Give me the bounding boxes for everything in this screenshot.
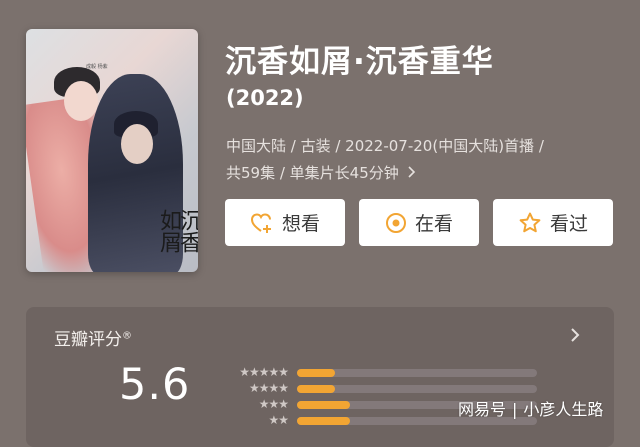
rating-bar-fill bbox=[297, 417, 350, 425]
poster-face-1 bbox=[64, 81, 98, 121]
poster-image[interactable]: 成毅 杨紫 沉香如屑 bbox=[26, 29, 198, 272]
rating-bar-fill bbox=[297, 401, 350, 409]
star-outline-icon bbox=[519, 212, 541, 232]
rating-bar-fill bbox=[297, 385, 336, 393]
rating-score: 5.6 bbox=[119, 360, 191, 410]
want-to-watch-button[interactable]: 想看 bbox=[225, 199, 345, 246]
four-star-icon: ★★★★ bbox=[248, 381, 289, 395]
target-circle-icon bbox=[385, 212, 406, 233]
rating-section-title: 豆瓣评分® bbox=[54, 325, 132, 350]
watermark: 网易号 | 小彦人生路 bbox=[458, 396, 603, 420]
watermark-brand: 网易号 bbox=[458, 400, 507, 419]
five-star-icon: ★★★★★ bbox=[239, 365, 289, 379]
rating-bar-track bbox=[297, 369, 537, 377]
poster-calligraphy: 沉香如屑 bbox=[156, 209, 198, 253]
watching-button[interactable]: 在看 bbox=[359, 199, 479, 246]
meta-line-2[interactable]: 共59集 / 单集片长45分钟 bbox=[226, 162, 621, 184]
rating-bar-fill bbox=[297, 369, 336, 377]
chevron-right-icon[interactable] bbox=[570, 327, 580, 347]
watched-button[interactable]: 看过 bbox=[493, 199, 613, 246]
meta-line-1: 中国大陆 / 古装 / 2022-07-20(中国大陆)首播 / bbox=[226, 137, 544, 155]
poster-cast-text: 成毅 杨紫 bbox=[86, 64, 108, 70]
page-title: 沉香如屑·沉香重华 bbox=[225, 44, 494, 80]
poster-face-2 bbox=[121, 124, 153, 164]
rating-bar-track bbox=[297, 385, 537, 393]
chevron-right-icon[interactable] bbox=[407, 162, 416, 184]
two-star-icon: ★★ bbox=[268, 413, 289, 427]
watermark-separator: | bbox=[512, 400, 518, 419]
registered-mark: ® bbox=[122, 330, 132, 342]
rating-title-text: 豆瓣评分 bbox=[54, 330, 122, 350]
watermark-author: 小彦人生路 bbox=[523, 400, 604, 419]
release-year: (2022) bbox=[226, 86, 304, 110]
heart-plus-icon bbox=[250, 212, 271, 233]
want-to-watch-label: 想看 bbox=[281, 213, 320, 235]
meta-line-2-text: 共59集 / 单集片长45分钟 bbox=[226, 164, 399, 182]
watched-label: 看过 bbox=[549, 213, 588, 235]
rating-panel[interactable]: 豆瓣评分® 5.6 ★★★★★ ★★★★ ★★★ ★★ bbox=[26, 307, 614, 447]
watching-label: 在看 bbox=[414, 213, 453, 235]
three-star-icon: ★★★ bbox=[258, 397, 289, 411]
